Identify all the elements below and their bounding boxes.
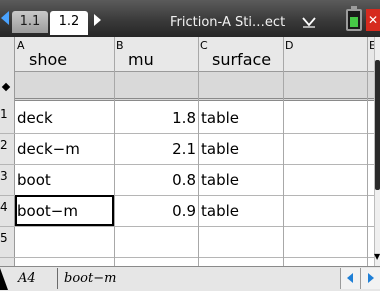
row-number[interactable]: 4 (0, 200, 12, 214)
title-bar: 1.1 1.2 Friction-A Sti…ect ✕ (0, 0, 380, 37)
cell-c3[interactable]: table (199, 165, 283, 195)
chevron-right-icon[interactable] (94, 14, 101, 26)
previous-value-button[interactable] (340, 268, 360, 289)
scroll-down-icon[interactable]: ▼ (374, 252, 380, 262)
chevron-left-icon (347, 273, 353, 283)
column-divider (283, 37, 284, 266)
next-value-button[interactable] (360, 268, 380, 289)
scrollbar-thumb[interactable] (375, 60, 380, 190)
column-letter-b[interactable]: B (116, 40, 124, 51)
cell-b3[interactable]: 0.8 (115, 165, 198, 195)
chevron-right-icon (368, 273, 374, 283)
chevron-down-icon[interactable] (302, 16, 316, 28)
column-divider (367, 37, 368, 266)
cell-c4[interactable]: table (199, 196, 283, 226)
column-letter-a[interactable]: A (17, 40, 25, 51)
row-divider (0, 257, 374, 258)
row-number[interactable]: 5 (0, 231, 12, 245)
spreadsheet: A shoe B mu C surface D E 1 2 3 4 5 deck… (0, 37, 380, 266)
chevron-left-icon[interactable] (1, 11, 9, 25)
column-letter-c[interactable]: C (200, 40, 208, 51)
document-title[interactable]: Friction-A Sti…ect (170, 13, 285, 33)
cell-b1[interactable]: 1.8 (115, 103, 198, 133)
cell-c2[interactable]: table (199, 134, 283, 164)
cell-c5[interactable] (199, 227, 283, 257)
row-number[interactable]: 1 (0, 107, 12, 121)
cell-b4[interactable]: 0.9 (115, 196, 198, 226)
formula-row[interactable] (0, 72, 380, 101)
corner-marker (0, 268, 8, 290)
column-name-surface[interactable]: surface (212, 50, 271, 70)
cell-c1[interactable]: table (199, 103, 283, 133)
column-name-mu[interactable]: mu (128, 50, 154, 70)
row-number[interactable]: 3 (0, 169, 12, 183)
cell-a2[interactable]: deck−m (15, 134, 114, 164)
tab-page-1-1[interactable]: 1.1 (12, 11, 48, 33)
cell-b2[interactable]: 2.1 (115, 134, 198, 164)
column-letter-d[interactable]: D (285, 40, 293, 51)
cell-b5[interactable] (115, 227, 198, 257)
battery-icon (346, 9, 362, 31)
column-name-shoe[interactable]: shoe (29, 50, 67, 70)
close-icon[interactable]: ✕ (366, 9, 380, 31)
row-number[interactable]: 2 (0, 138, 12, 152)
cell-a3[interactable]: boot (15, 165, 114, 195)
cell-reference: A4 (18, 271, 36, 286)
cell-a5[interactable] (15, 227, 114, 257)
cell-a1[interactable]: deck (15, 103, 114, 133)
cell-a4[interactable]: boot−m (15, 196, 114, 226)
tab-page-1-2[interactable]: 1.2 (50, 11, 88, 35)
entry-line-input[interactable]: boot−m (60, 269, 330, 288)
